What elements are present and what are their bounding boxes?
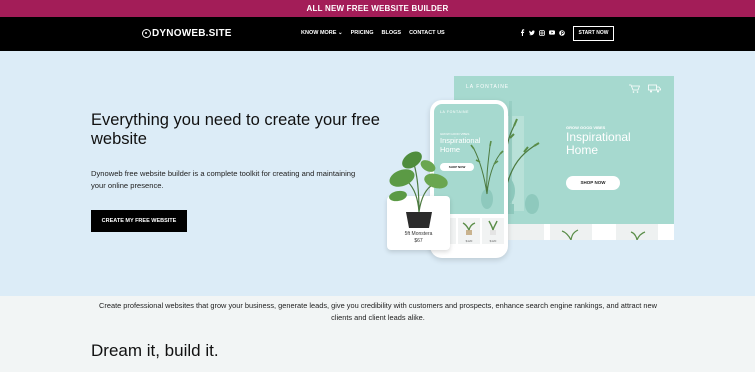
start-now-button[interactable]: START NOW — [573, 26, 614, 41]
product-tile — [502, 224, 544, 240]
social-links — [519, 29, 565, 36]
cart-icon — [629, 84, 641, 95]
twitter-icon[interactable] — [529, 29, 535, 36]
promo-bar: ALL NEW FREE WEBSITE BUILDER — [0, 0, 755, 17]
promo-text: ALL NEW FREE WEBSITE BUILDER — [306, 4, 449, 13]
product-tile: $120 — [482, 218, 504, 244]
logo[interactable]: DYNOWEB.SITE — [142, 28, 232, 39]
instagram-icon[interactable] — [539, 29, 545, 36]
plant-card-label: 5ft Monstera $67 — [387, 231, 450, 245]
plant-price: $67 — [414, 238, 423, 244]
potted-plant-image — [389, 151, 448, 228]
pinterest-icon[interactable] — [559, 29, 565, 36]
create-website-button[interactable]: CREATE MY FREE WEBSITE — [91, 210, 187, 232]
menu-item-know-more[interactable]: KNOW MORE ⌄ — [301, 30, 343, 36]
desktop-shop-button: SHOP NOW — [566, 176, 620, 190]
desktop-brand: LA FONTAINE — [466, 84, 510, 90]
product-tile: $120 — [458, 218, 480, 244]
youtube-icon[interactable] — [549, 29, 555, 36]
product-tile — [550, 224, 592, 241]
logo-icon — [142, 29, 151, 38]
product-price: $120 — [465, 239, 473, 243]
menu-item-contact[interactable]: CONTACT US — [409, 30, 445, 36]
product-price: $120 — [489, 239, 497, 243]
facebook-icon[interactable] — [519, 29, 525, 36]
plant-name: 5ft Monstera — [404, 231, 433, 237]
product-tile — [616, 224, 658, 241]
hero-title: Everything you need to create your free … — [91, 111, 380, 148]
phone-brand: LA FONTAINE — [440, 110, 470, 114]
intro-text: Create professional websites that grow y… — [99, 301, 657, 322]
menu-item-pricing[interactable]: PRICING — [351, 30, 374, 36]
top-navbar: DYNOWEB.SITE KNOW MORE ⌄ PRICING BLOGS C… — [0, 17, 755, 51]
hero-subtitle: Dynoweb free website builder is a comple… — [91, 169, 356, 190]
logo-text: DYNOWEB.SITE — [152, 28, 232, 39]
menu-item-blogs[interactable]: BLOGS — [382, 30, 402, 36]
main-menu: KNOW MORE ⌄ PRICING BLOGS CONTACT US — [301, 30, 445, 36]
truck-icon — [648, 84, 661, 95]
section-title: Dream it, build it. — [91, 341, 219, 360]
desktop-heading: Inspirational Home — [566, 130, 631, 157]
